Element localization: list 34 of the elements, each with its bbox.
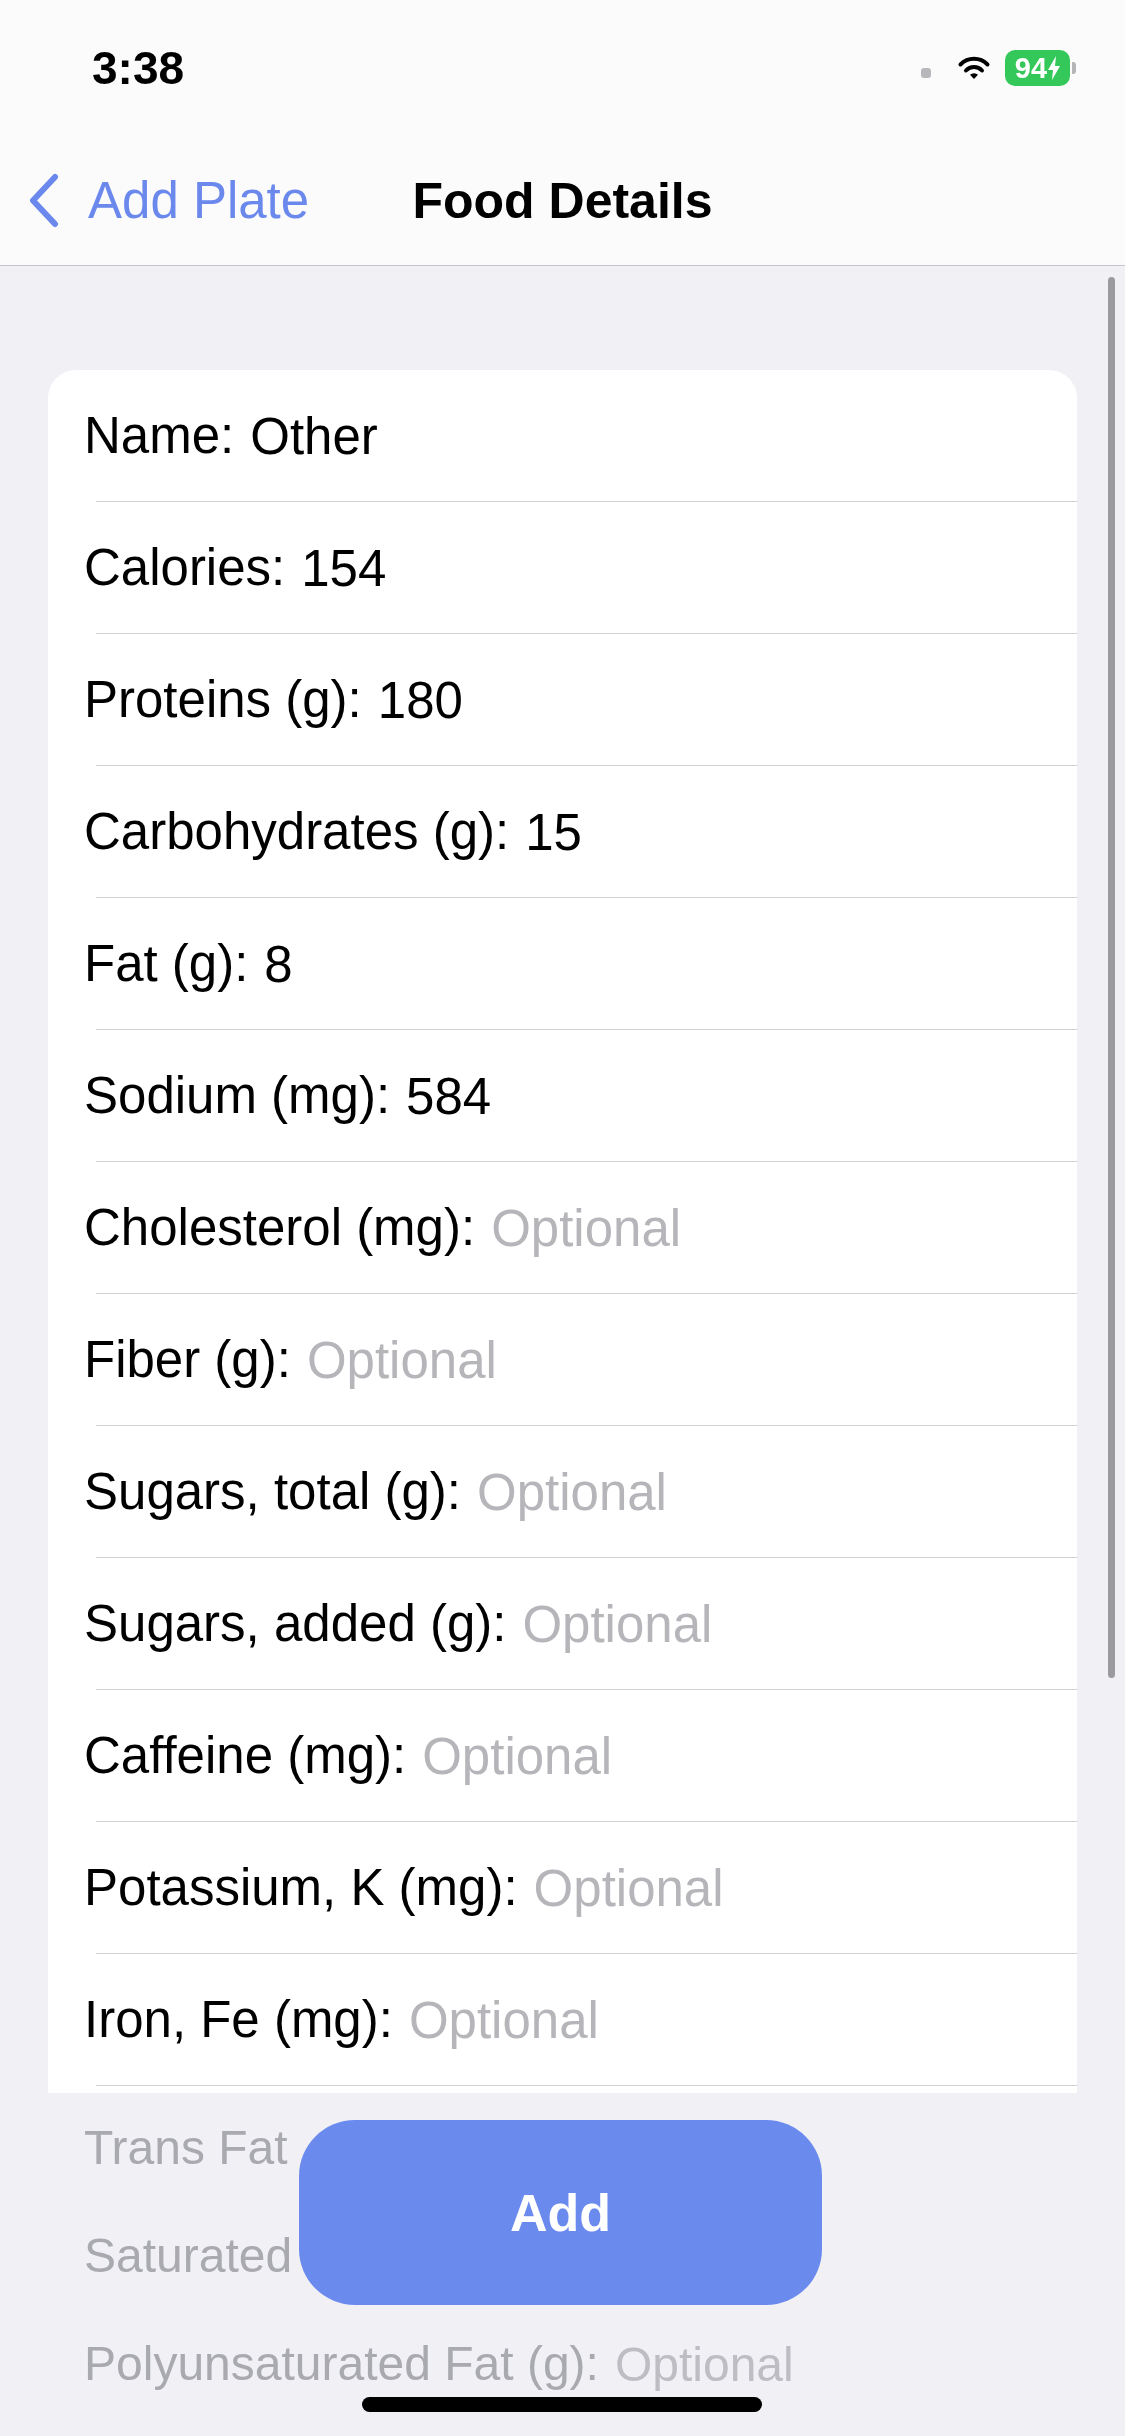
battery-percent: 94 — [1014, 53, 1048, 83]
field-label: Fiber (g): — [84, 1330, 291, 1390]
input-field[interactable]: 180 — [377, 669, 1077, 731]
input-field[interactable]: Optional — [522, 1593, 1077, 1655]
field-label: Iron, Fe (mg): — [84, 1990, 393, 2050]
input-field[interactable]: Optional — [477, 1461, 1077, 1523]
input-field[interactable]: Optional — [422, 1725, 1077, 1787]
wifi-icon — [957, 55, 991, 81]
input-field[interactable]: Optional — [533, 1857, 1077, 1919]
field-label: Carbohydrates (g): — [84, 802, 510, 862]
field-label: Trans Fat — [84, 2120, 288, 2176]
input-field[interactable]: Other — [250, 405, 1077, 467]
input-field[interactable]: 15 — [525, 801, 1077, 863]
field-label: Fat (g): — [84, 934, 249, 994]
input-field[interactable]: Optional — [306, 1329, 1077, 1391]
nav-title: Food Details — [412, 171, 713, 230]
field-label: Sodium (mg): — [84, 1066, 391, 1126]
field-label: Name: — [84, 406, 235, 466]
input-field[interactable]: Optional — [408, 1989, 1077, 2051]
chevron-left-icon — [28, 173, 60, 228]
field-label: Calories: — [84, 538, 286, 598]
field-label: Proteins (g): — [84, 670, 362, 730]
input-field[interactable]: Optional — [491, 1197, 1077, 1259]
field-label: Saturated — [84, 2228, 293, 2284]
field-label: Sugars, added (g): — [84, 1594, 507, 1654]
field-label: Polyunsaturated Fat (g): — [84, 2336, 599, 2392]
field-label: Cholesterol (mg): — [84, 1198, 476, 1258]
input-field[interactable]: 584 — [406, 1065, 1077, 1127]
status-time: 3:38 — [92, 41, 185, 95]
input-field[interactable]: 154 — [301, 537, 1077, 599]
input-field[interactable]: 8 — [264, 933, 1077, 995]
field-label: Caffeine (mg): — [84, 1726, 407, 1786]
field-label: Potassium, K (mg): — [84, 1858, 518, 1918]
field-label: Sugars, total (g): — [84, 1462, 461, 1522]
